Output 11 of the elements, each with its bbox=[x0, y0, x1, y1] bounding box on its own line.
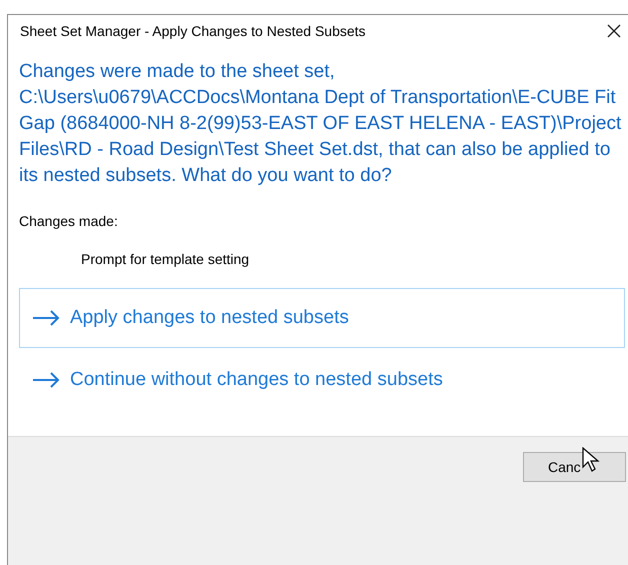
arrow-right-icon bbox=[32, 310, 60, 326]
command-link[interactable]: Apply changes to nested subsets bbox=[19, 288, 625, 348]
changes-label: Changes made: bbox=[19, 212, 119, 231]
arrow-right-icon bbox=[32, 372, 60, 388]
message-text: Changes were made to the sheet set, C:\Users\u0679\ACCDocs\Montana Dept of Transportation\E-CUBE Fit Gap (8684000-NH 8-2(99)53-EAST OF EAST HELENA - EAST)\Project Files\RD - Road Design\Test Sheet Set.dst, that can also be applied to its nested subsets. What do you want to do? bbox=[19, 60, 622, 188]
mouse-pointer-icon bbox=[582, 447, 600, 473]
cancel-button[interactable]: Canc bbox=[523, 452, 626, 482]
window-title: Sheet Set Manager - Apply Changes to Nested Subsets bbox=[20, 22, 366, 41]
change-item: Prompt for template setting bbox=[81, 250, 250, 269]
command-link[interactable]: Continue without changes to nested subsets bbox=[19, 350, 625, 410]
close-icon[interactable] bbox=[607, 24, 621, 38]
